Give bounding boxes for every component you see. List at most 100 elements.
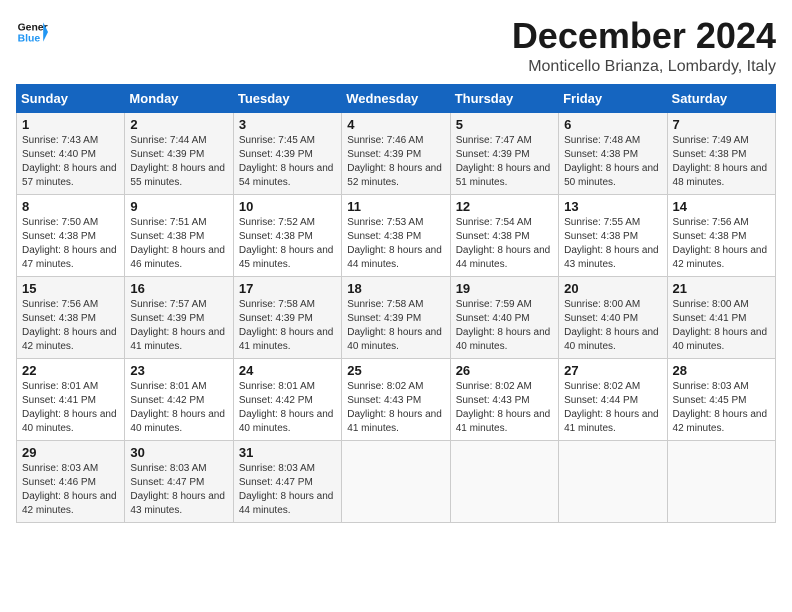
calendar-cell: 10 Sunrise: 7:52 AMSunset: 4:38 PMDayligh…: [233, 194, 341, 276]
calendar-cell: [667, 440, 775, 522]
weekday-header-tuesday: Tuesday: [233, 84, 341, 112]
calendar-week-5: 29Sunrise: 8:03 AMSunset: 4:46 PMDayligh…: [17, 440, 776, 522]
calendar-cell: 25 Sunrise: 8:02 AMSunset: 4:43 PMDayligh…: [342, 358, 450, 440]
day-number: 1: [22, 117, 119, 132]
day-number: 14: [673, 199, 770, 214]
calendar-cell: 27 Sunrise: 8:02 AMSunset: 4:44 PMDayligh…: [559, 358, 667, 440]
day-number: 26: [456, 363, 553, 378]
day-info: Sunrise: 7:56 AMSunset: 4:38 PMDaylight:…: [22, 298, 119, 354]
day-info: Sunrise: 8:02 AMSunset: 4:44 PMDaylight:…: [564, 380, 661, 436]
day-number: 29: [22, 445, 119, 460]
svg-text:Blue: Blue: [18, 34, 41, 45]
day-number: 2: [130, 117, 227, 132]
day-info: Sunrise: 7:59 AMSunset: 4:40 PMDaylight:…: [456, 298, 553, 354]
day-info: Sunrise: 8:02 AMSunset: 4:43 PMDaylight:…: [347, 380, 444, 436]
calendar-cell: 26 Sunrise: 8:02 AMSunset: 4:43 PMDayligh…: [450, 358, 558, 440]
day-number: 11: [347, 199, 444, 214]
weekday-header-thursday: Thursday: [450, 84, 558, 112]
calendar-cell: 19 Sunrise: 7:59 AMSunset: 4:40 PMDayligh…: [450, 276, 558, 358]
page-header: General Blue December 2024 Monticello Br…: [16, 16, 776, 76]
day-info: Sunrise: 7:43 AMSunset: 4:40 PMDaylight:…: [22, 134, 119, 190]
day-info: Sunrise: 7:45 AMSunset: 4:39 PMDaylight:…: [239, 134, 336, 190]
day-number: 22: [22, 363, 119, 378]
day-number: 23: [130, 363, 227, 378]
day-info: Sunrise: 7:55 AMSunset: 4:38 PMDaylight:…: [564, 216, 661, 272]
calendar-cell: 23Sunrise: 8:01 AMSunset: 4:42 PMDayligh…: [125, 358, 233, 440]
day-info: Sunrise: 7:44 AMSunset: 4:39 PMDaylight:…: [130, 134, 227, 190]
day-info: Sunrise: 7:57 AMSunset: 4:39 PMDaylight:…: [130, 298, 227, 354]
calendar-cell: 16 Sunrise: 7:57 AMSunset: 4:39 PMDayligh…: [125, 276, 233, 358]
weekday-header-wednesday: Wednesday: [342, 84, 450, 112]
calendar-cell: 13 Sunrise: 7:55 AMSunset: 4:38 PMDayligh…: [559, 194, 667, 276]
day-number: 17: [239, 281, 336, 296]
day-info: Sunrise: 8:03 AMSunset: 4:47 PMDaylight:…: [130, 462, 227, 518]
day-info: Sunrise: 8:01 AMSunset: 4:42 PMDaylight:…: [239, 380, 336, 436]
weekday-header-row: SundayMondayTuesdayWednesdayThursdayFrid…: [17, 84, 776, 112]
day-number: 8: [22, 199, 119, 214]
calendar-cell: 29Sunrise: 8:03 AMSunset: 4:46 PMDayligh…: [17, 440, 125, 522]
calendar-cell: [559, 440, 667, 522]
calendar-cell: 21 Sunrise: 8:00 AMSunset: 4:41 PMDayligh…: [667, 276, 775, 358]
calendar-cell: 17 Sunrise: 7:58 AMSunset: 4:39 PMDayligh…: [233, 276, 341, 358]
calendar-cell: 5Sunrise: 7:47 AMSunset: 4:39 PMDaylight…: [450, 112, 558, 194]
calendar-cell: 24 Sunrise: 8:01 AMSunset: 4:42 PMDayligh…: [233, 358, 341, 440]
calendar-title: December 2024: [512, 16, 776, 56]
day-number: 30: [130, 445, 227, 460]
day-number: 28: [673, 363, 770, 378]
day-number: 18: [347, 281, 444, 296]
calendar-week-2: 8 Sunrise: 7:50 AMSunset: 4:38 PMDaylight…: [17, 194, 776, 276]
day-info: Sunrise: 7:49 AMSunset: 4:38 PMDaylight:…: [673, 134, 770, 190]
day-number: 4: [347, 117, 444, 132]
day-info: Sunrise: 7:53 AMSunset: 4:38 PMDaylight:…: [347, 216, 444, 272]
weekday-header-friday: Friday: [559, 84, 667, 112]
day-number: 9: [130, 199, 227, 214]
calendar-week-1: 1 Sunrise: 7:43 AMSunset: 4:40 PMDaylight…: [17, 112, 776, 194]
calendar-cell: 1 Sunrise: 7:43 AMSunset: 4:40 PMDaylight…: [17, 112, 125, 194]
day-info: Sunrise: 7:46 AMSunset: 4:39 PMDaylight:…: [347, 134, 444, 190]
day-number: 24: [239, 363, 336, 378]
calendar-cell: 7 Sunrise: 7:49 AMSunset: 4:38 PMDaylight…: [667, 112, 775, 194]
day-number: 31: [239, 445, 336, 460]
day-number: 15: [22, 281, 119, 296]
day-number: 25: [347, 363, 444, 378]
logo-icon: General Blue: [16, 16, 48, 48]
day-info: Sunrise: 8:03 AMSunset: 4:47 PMDaylight:…: [239, 462, 336, 518]
day-info: Sunrise: 7:51 AMSunset: 4:38 PMDaylight:…: [130, 216, 227, 272]
calendar-cell: 20Sunrise: 8:00 AMSunset: 4:40 PMDayligh…: [559, 276, 667, 358]
weekday-header-monday: Monday: [125, 84, 233, 112]
calendar-cell: 22 Sunrise: 8:01 AMSunset: 4:41 PMDayligh…: [17, 358, 125, 440]
day-info: Sunrise: 7:50 AMSunset: 4:38 PMDaylight:…: [22, 216, 119, 272]
weekday-header-sunday: Sunday: [17, 84, 125, 112]
calendar-cell: 12 Sunrise: 7:54 AMSunset: 4:38 PMDayligh…: [450, 194, 558, 276]
title-block: December 2024 Monticello Brianza, Lombar…: [512, 16, 776, 76]
calendar-cell: 9 Sunrise: 7:51 AMSunset: 4:38 PMDaylight…: [125, 194, 233, 276]
calendar-week-3: 15 Sunrise: 7:56 AMSunset: 4:38 PMDayligh…: [17, 276, 776, 358]
day-info: Sunrise: 7:52 AMSunset: 4:38 PMDaylight:…: [239, 216, 336, 272]
day-number: 6: [564, 117, 661, 132]
calendar-table: SundayMondayTuesdayWednesdayThursdayFrid…: [16, 84, 776, 523]
day-info: Sunrise: 8:00 AMSunset: 4:40 PMDaylight:…: [564, 298, 661, 354]
day-number: 21: [673, 281, 770, 296]
day-info: Sunrise: 7:48 AMSunset: 4:38 PMDaylight:…: [564, 134, 661, 190]
day-info: Sunrise: 7:58 AMSunset: 4:39 PMDaylight:…: [239, 298, 336, 354]
calendar-cell: 2 Sunrise: 7:44 AMSunset: 4:39 PMDaylight…: [125, 112, 233, 194]
day-info: Sunrise: 7:54 AMSunset: 4:38 PMDaylight:…: [456, 216, 553, 272]
calendar-cell: 3Sunrise: 7:45 AMSunset: 4:39 PMDaylight…: [233, 112, 341, 194]
day-number: 19: [456, 281, 553, 296]
weekday-header-saturday: Saturday: [667, 84, 775, 112]
calendar-cell: 15 Sunrise: 7:56 AMSunset: 4:38 PMDayligh…: [17, 276, 125, 358]
day-info: Sunrise: 8:01 AMSunset: 4:41 PMDaylight:…: [22, 380, 119, 436]
day-info: Sunrise: 7:58 AMSunset: 4:39 PMDaylight:…: [347, 298, 444, 354]
day-number: 7: [673, 117, 770, 132]
day-number: 10: [239, 199, 336, 214]
calendar-cell: 31 Sunrise: 8:03 AMSunset: 4:47 PMDayligh…: [233, 440, 341, 522]
day-info: Sunrise: 8:00 AMSunset: 4:41 PMDaylight:…: [673, 298, 770, 354]
day-number: 16: [130, 281, 227, 296]
calendar-cell: 28Sunrise: 8:03 AMSunset: 4:45 PMDayligh…: [667, 358, 775, 440]
day-number: 13: [564, 199, 661, 214]
calendar-cell: [450, 440, 558, 522]
day-info: Sunrise: 8:02 AMSunset: 4:43 PMDaylight:…: [456, 380, 553, 436]
day-number: 12: [456, 199, 553, 214]
logo: General Blue: [16, 16, 48, 48]
day-number: 27: [564, 363, 661, 378]
